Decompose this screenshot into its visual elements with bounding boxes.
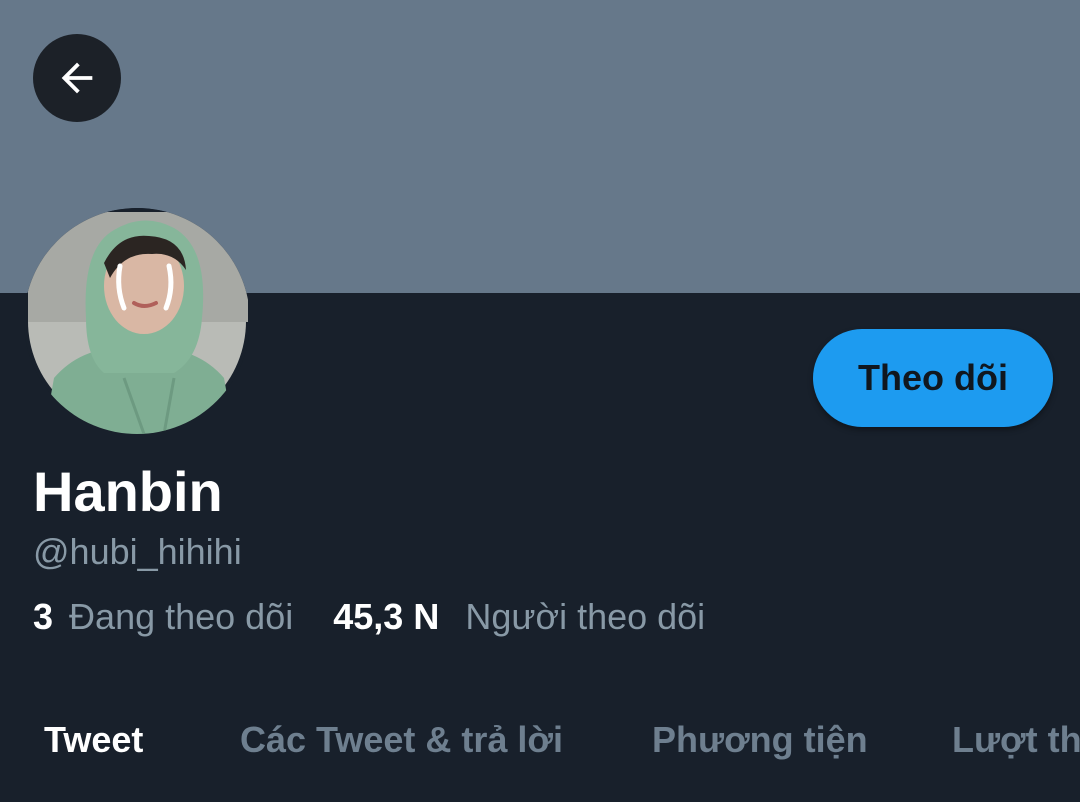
- arrow-left-icon: [61, 62, 93, 94]
- profile-handle: @hubi_hihihi: [33, 531, 242, 572]
- profile-stats: 3 Đang theo dõi 45,3 N Người theo dõi: [33, 595, 705, 639]
- profile-tabs: Tweet Các Tweet & trả lời Phương tiện Lư…: [0, 700, 1080, 784]
- avatar-image: [24, 208, 250, 434]
- avatar[interactable]: [24, 208, 250, 434]
- follow-button[interactable]: Theo dõi: [813, 329, 1053, 427]
- tab-tweets-replies[interactable]: Các Tweet & trả lời: [240, 718, 563, 762]
- tab-media[interactable]: Phương tiện: [652, 718, 868, 762]
- back-button[interactable]: [33, 34, 121, 122]
- following-count: 3: [33, 596, 54, 637]
- tab-tweets[interactable]: Tweet: [44, 718, 143, 762]
- tab-likes[interactable]: Lượt thích: [952, 718, 1080, 762]
- profile-name: Hanbin: [33, 460, 223, 523]
- followers-label: Người theo dõi: [465, 596, 706, 637]
- following-label: Đang theo dõi: [69, 596, 294, 637]
- followers-link[interactable]: 45,3 N Người theo dõi: [333, 596, 705, 637]
- following-link[interactable]: 3 Đang theo dõi: [33, 596, 303, 637]
- followers-count: 45,3 N: [333, 596, 440, 637]
